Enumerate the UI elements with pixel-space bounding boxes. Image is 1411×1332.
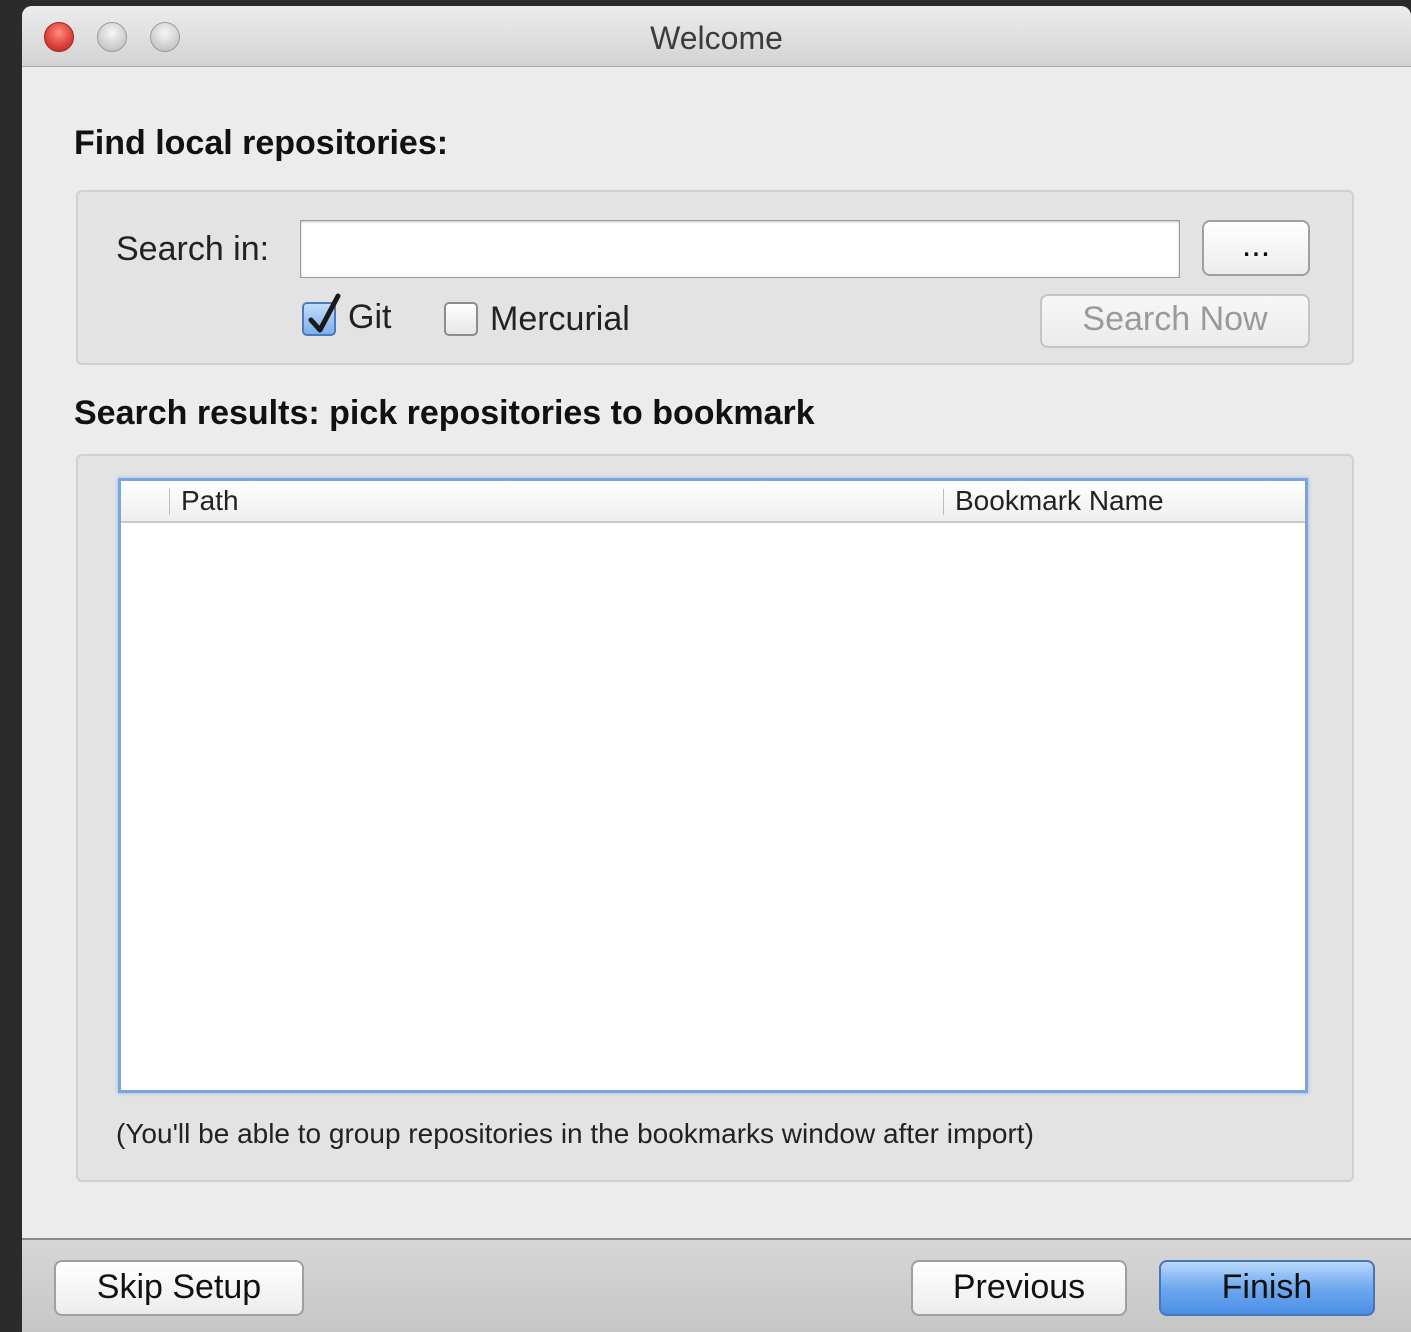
git-checkbox[interactable] xyxy=(302,293,341,336)
footer-bar: Skip Setup Previous Finish xyxy=(22,1238,1411,1332)
column-bookmark-name[interactable]: Bookmark Name xyxy=(955,485,1164,517)
title-bar[interactable]: Welcome xyxy=(22,6,1411,67)
finish-button[interactable]: Finish xyxy=(1159,1260,1375,1316)
find-heading: Find local repositories: xyxy=(74,124,449,162)
column-separator xyxy=(943,489,944,515)
search-in-label: Search in: xyxy=(116,230,270,268)
column-path[interactable]: Path xyxy=(181,485,239,517)
group-note: (You'll be able to group repositories in… xyxy=(116,1118,1034,1149)
finish-label: Finish xyxy=(1221,1268,1313,1306)
search-now-button[interactable]: Search Now xyxy=(1040,294,1310,348)
search-in-field[interactable] xyxy=(300,220,1180,278)
skip-setup-button[interactable]: Skip Setup xyxy=(54,1260,304,1316)
results-heading: Search results: pick repositories to boo… xyxy=(74,394,815,432)
browse-button[interactable]: ... xyxy=(1202,220,1310,276)
mercurial-label[interactable]: Mercurial xyxy=(490,300,630,339)
previous-button[interactable]: Previous xyxy=(911,1260,1127,1316)
search-now-label: Search Now xyxy=(1082,300,1268,338)
skip-setup-label: Skip Setup xyxy=(96,1268,262,1306)
results-table[interactable]: Path Bookmark Name xyxy=(118,478,1308,1093)
column-separator xyxy=(169,489,170,515)
git-label[interactable]: Git xyxy=(348,298,391,337)
find-panel: Search in: ... Git Mercurial Search Now xyxy=(76,190,1354,365)
checkmark-icon xyxy=(308,293,341,333)
window-title: Welcome xyxy=(650,20,783,56)
browse-button-label: ... xyxy=(1241,226,1271,264)
mercurial-checkbox[interactable] xyxy=(444,302,478,336)
previous-label: Previous xyxy=(952,1268,1086,1306)
welcome-window: Welcome Find local repositories: Search … xyxy=(22,6,1411,1332)
table-header: Path Bookmark Name xyxy=(121,481,1305,523)
